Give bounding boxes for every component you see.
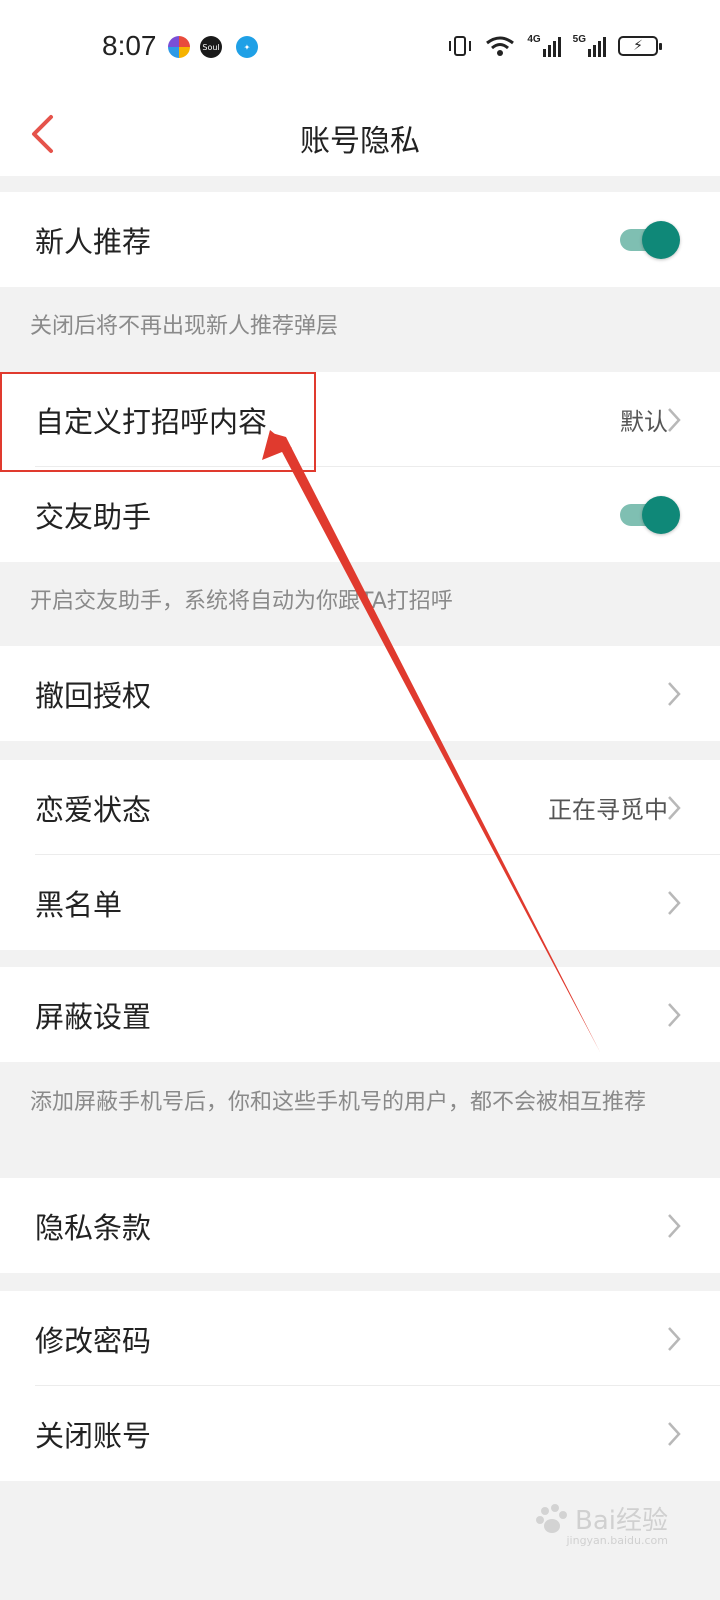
- privacy-terms-label: 隐私条款: [35, 1210, 152, 1245]
- block-settings-label: 屏蔽设置: [35, 999, 152, 1034]
- status-right: 4G 5G ⚡: [447, 34, 662, 58]
- block-hint: 添加屏蔽手机号后，你和这些手机号的用户，都不会被相互推荐: [30, 1090, 647, 1115]
- chevron-right-icon: [668, 1327, 681, 1351]
- love-status-label: 恋爱状态: [35, 792, 152, 827]
- section-terms: 隐私条款: [0, 1178, 720, 1273]
- chevron-right-icon: [668, 1003, 681, 1027]
- nav-bar: 账号隐私: [0, 96, 720, 176]
- new-person-hint: 关闭后将不再出现新人推荐弹层: [30, 314, 339, 339]
- change-password-row[interactable]: 修改密码: [0, 1291, 720, 1386]
- watermark-text: Bai经验: [575, 1506, 668, 1536]
- annotation-highlight-box: [0, 372, 316, 472]
- change-password-label: 修改密码: [35, 1323, 152, 1358]
- status-bar: 8:07 Soul ✦ 4G 5G ⚡: [0, 0, 720, 96]
- blacklist-label: 黑名单: [35, 887, 123, 922]
- wifi-icon: [486, 36, 515, 56]
- vibrate-icon: [449, 36, 472, 56]
- browser-app-icon: ✦: [236, 36, 258, 58]
- signal-4g-icon: 4G: [527, 35, 561, 57]
- custom-greeting-value: 默认: [620, 408, 668, 436]
- paw-logo-icon: [536, 1503, 567, 1533]
- love-status-row[interactable]: 恋爱状态 正在寻觅中: [0, 760, 720, 855]
- section-block: 屏蔽设置: [0, 967, 720, 1062]
- section-account: 修改密码 关闭账号: [0, 1291, 720, 1481]
- block-settings-row[interactable]: 屏蔽设置: [0, 967, 720, 1062]
- close-account-label: 关闭账号: [35, 1418, 152, 1453]
- new-person-recommend-toggle[interactable]: [620, 221, 680, 259]
- privacy-terms-row[interactable]: 隐私条款: [0, 1178, 720, 1273]
- app-notification-icon: [168, 36, 190, 58]
- friend-assistant-label: 交友助手: [35, 499, 152, 534]
- signal-5g-icon: 5G: [573, 35, 606, 57]
- friend-assistant-hint: 开启交友助手，系统将自动为你跟TA打招呼: [30, 589, 453, 614]
- page-title: 账号隐私: [300, 124, 420, 159]
- love-status-value: 正在寻觅中: [548, 796, 668, 824]
- close-account-row[interactable]: 关闭账号: [0, 1386, 720, 1481]
- baidu-watermark: Bai经验 jingyan.baidu.com: [535, 1500, 668, 1547]
- new-person-recommend-label: 新人推荐: [35, 224, 152, 259]
- chevron-right-icon: [668, 1422, 681, 1446]
- friend-assistant-toggle[interactable]: [620, 496, 680, 534]
- chevron-right-icon: [668, 682, 681, 706]
- section-status: 恋爱状态 正在寻觅中 黑名单: [0, 760, 720, 950]
- chevron-right-icon: [668, 408, 681, 432]
- revoke-auth-row[interactable]: 撤回授权: [0, 646, 720, 741]
- revoke-auth-label: 撤回授权: [35, 678, 152, 713]
- chevron-right-icon: [668, 796, 681, 820]
- chevron-right-icon: [668, 891, 681, 915]
- watermark-sub: jingyan.baidu.com: [566, 1534, 668, 1547]
- soul-app-icon: Soul: [200, 36, 222, 58]
- new-person-recommend-row: 新人推荐: [0, 192, 720, 287]
- blacklist-row[interactable]: 黑名单: [0, 855, 720, 950]
- section-revoke: 撤回授权: [0, 646, 720, 741]
- battery-charging-icon: ⚡: [618, 36, 662, 56]
- chevron-right-icon: [668, 1214, 681, 1238]
- status-time: 8:07: [102, 30, 157, 61]
- friend-assistant-row: 交友助手: [0, 467, 720, 562]
- section-new-person: 新人推荐: [0, 192, 720, 287]
